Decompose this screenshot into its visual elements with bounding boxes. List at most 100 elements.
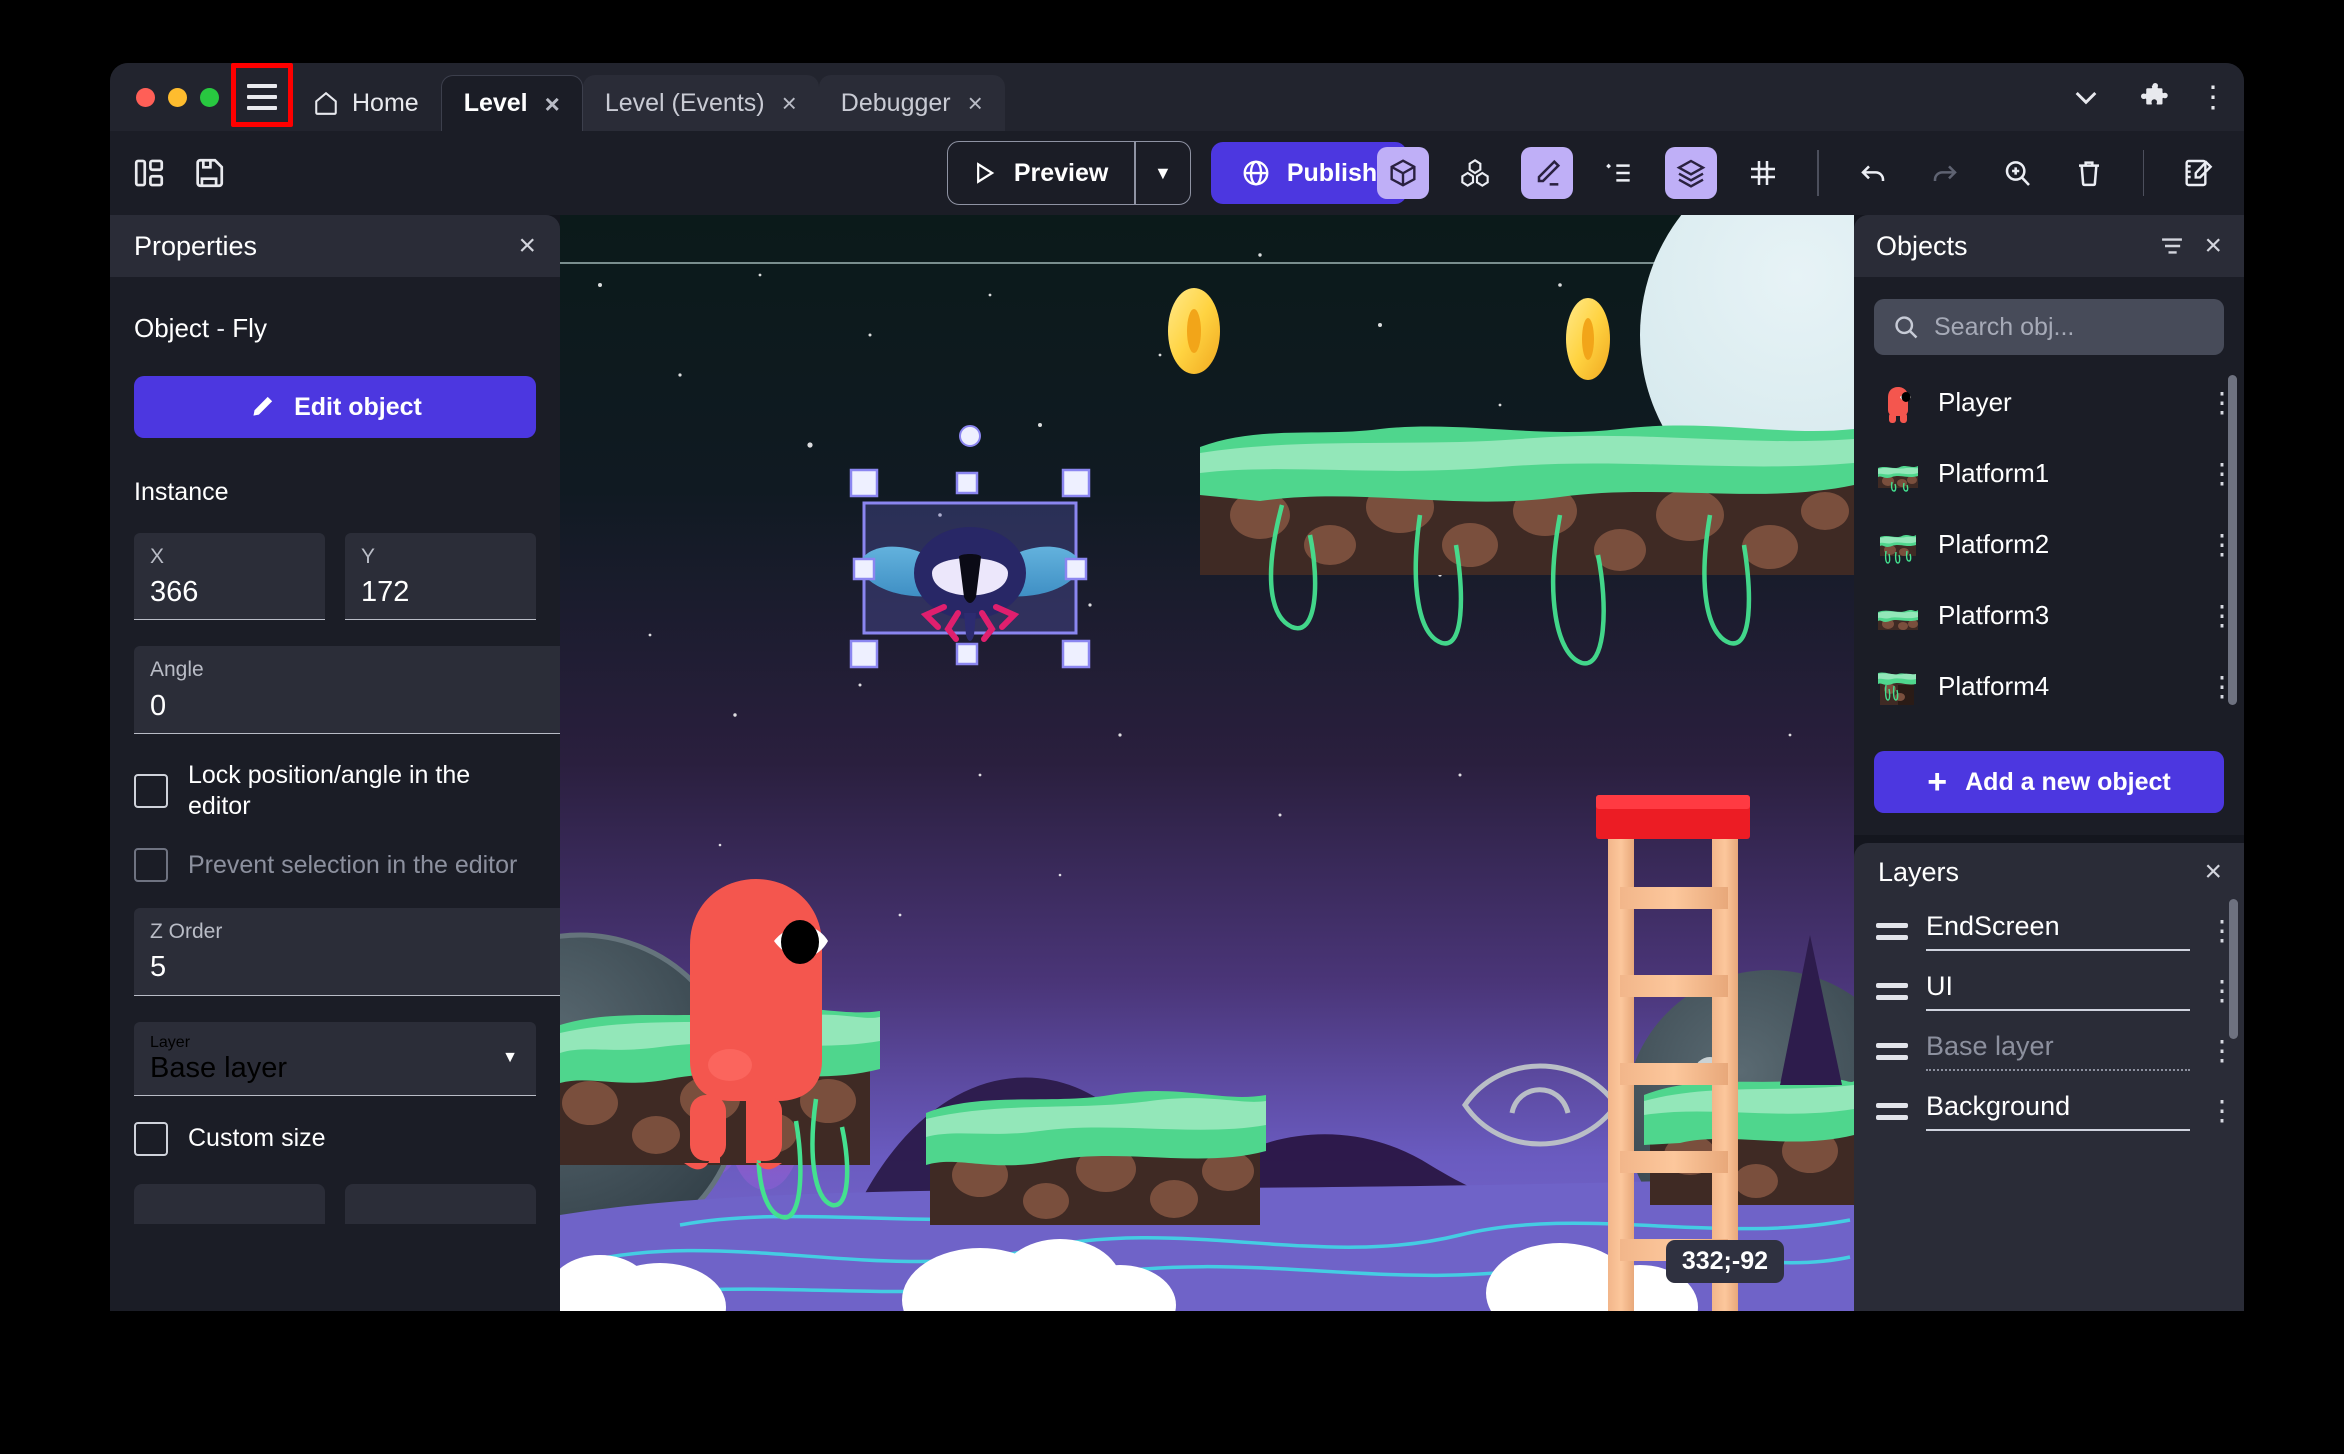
redo-icon[interactable]	[1919, 147, 1971, 199]
y-field[interactable]: Y 172	[345, 533, 536, 621]
objects-close-icon[interactable]: ×	[2204, 231, 2222, 261]
platform-thumb-icon	[1876, 452, 1920, 496]
close-window-button[interactable]	[136, 87, 155, 107]
hamburger-menu-icon[interactable]	[239, 74, 285, 120]
layout-panels-icon[interactable]	[132, 156, 166, 190]
layer-list-item[interactable]: UI ⋮	[1854, 961, 2244, 1021]
layers-icon[interactable]	[1665, 147, 1717, 199]
object-name: Player	[1938, 387, 2012, 417]
undo-icon[interactable]	[1847, 147, 1899, 199]
preview-dropdown-button[interactable]: ▼	[1136, 142, 1190, 204]
chevron-down-icon[interactable]: ▼	[502, 1049, 518, 1067]
kebab-menu-icon[interactable]: ⋮	[2198, 82, 2228, 112]
tab-debugger-label: Debugger	[840, 88, 951, 117]
z-order-field[interactable]: Z Order 5	[134, 908, 560, 996]
y-field-value: 172	[361, 576, 410, 609]
chevron-down-icon[interactable]	[2070, 81, 2102, 113]
tab-level-events-close-icon[interactable]: ×	[782, 90, 797, 116]
save-icon[interactable]	[192, 156, 226, 190]
custom-size-checkbox-row[interactable]: Custom size	[134, 1121, 536, 1156]
object-list-item[interactable]: Platform1 ⋮	[1854, 438, 2244, 509]
add-new-object-button[interactable]: + Add a new object	[1874, 751, 2224, 813]
object-kebab-menu[interactable]: ⋮	[2208, 459, 2236, 488]
preview-button[interactable]: Preview	[948, 142, 1135, 204]
objects-list[interactable]: Player ⋮ Platform1 ⋮ Platform2 ⋮ Platfor…	[1854, 361, 2244, 735]
lock-position-checkbox[interactable]	[134, 774, 168, 809]
layer-list-item[interactable]: Background ⋮	[1854, 1081, 2244, 1141]
angle-field[interactable]: Angle 0	[134, 646, 560, 734]
edit-object-button[interactable]: Edit object	[134, 376, 536, 438]
custom-size-checkbox[interactable]	[134, 1121, 168, 1156]
object-list-item[interactable]: Platform2 ⋮	[1854, 509, 2244, 580]
player-thumb-icon	[1876, 381, 1920, 425]
tab-home-label: Home	[352, 88, 419, 117]
layers-scrollbar[interactable]	[2229, 899, 2238, 1039]
publish-label: Publish	[1286, 158, 1378, 187]
tab-level[interactable]: Level ×	[440, 75, 583, 131]
drag-handle-icon[interactable]	[1876, 1102, 1908, 1120]
layer-name: EndScreen	[1926, 911, 2190, 951]
drag-handle-icon[interactable]	[1876, 1042, 1908, 1060]
layer-name: Base layer	[1926, 1031, 2190, 1071]
objects-scrollbar[interactable]	[2228, 375, 2237, 705]
layer-select-value: Base layer	[150, 1051, 288, 1084]
properties-close-icon[interactable]: ×	[518, 231, 536, 261]
toolbar-left-group	[110, 156, 226, 190]
grid-icon[interactable]	[1737, 147, 1789, 199]
trash-icon[interactable]	[2063, 147, 2115, 199]
add-new-object-label: Add a new object	[1965, 767, 2171, 796]
tab-level-label: Level	[463, 89, 528, 117]
prevent-selection-checkbox-row[interactable]: Prevent selection in the editor	[134, 848, 536, 883]
object-name: Platform4	[1938, 671, 2050, 701]
objects-stack-icon[interactable]	[1449, 147, 1501, 199]
layer-kebab-menu[interactable]: ⋮	[2208, 916, 2236, 945]
tab-level-close-icon[interactable]: ×	[545, 91, 560, 117]
maximize-window-button[interactable]	[200, 87, 219, 107]
layer-kebab-menu[interactable]: ⋮	[2208, 1036, 2236, 1065]
preview-group: Preview ▼	[946, 141, 1191, 205]
lock-position-checkbox-row[interactable]: Lock position/angle in the editor	[134, 760, 536, 823]
object-kebab-menu[interactable]: ⋮	[2208, 672, 2236, 701]
layer-list-item[interactable]: Base layer ⋮	[1854, 1021, 2244, 1081]
object-name: Fly	[232, 313, 267, 343]
x-field[interactable]: X 366	[134, 533, 325, 621]
layer-name: Background	[1926, 1091, 2190, 1131]
objects-panel-header: Objects ×	[1854, 215, 2244, 277]
layers-close-icon[interactable]: ×	[2204, 857, 2222, 887]
puzzle-extension-icon[interactable]	[2140, 82, 2170, 112]
tab-debugger[interactable]: Debugger ×	[818, 75, 1005, 131]
minimize-window-button[interactable]	[168, 87, 187, 107]
layer-kebab-menu[interactable]: ⋮	[2208, 976, 2236, 1005]
drag-handle-icon[interactable]	[1876, 922, 1908, 940]
open-editor-icon[interactable]	[2172, 147, 2224, 199]
edit-pencil-icon[interactable]	[1521, 147, 1573, 199]
tab-home[interactable]: Home	[291, 75, 441, 131]
tab-debugger-close-icon[interactable]: ×	[968, 90, 983, 116]
right-column: Objects × Search obj... Player ⋮ Platfor…	[1854, 215, 2244, 1311]
layer-kebab-menu[interactable]: ⋮	[2208, 1096, 2236, 1125]
search-objects-field[interactable]: Search obj...	[1874, 299, 2224, 355]
width-field-partial[interactable]	[134, 1183, 325, 1224]
zoom-in-icon[interactable]	[1991, 147, 2043, 199]
height-field-partial[interactable]	[345, 1183, 536, 1224]
layer-select[interactable]: Layer Base layer ▼	[134, 1021, 536, 1096]
object-list-item[interactable]: Platform3 ⋮	[1854, 580, 2244, 651]
object-kebab-menu[interactable]: ⋮	[2208, 388, 2236, 417]
objects-panel: Objects × Search obj... Player ⋮ Platfor…	[1854, 215, 2244, 835]
objects-title: Objects	[1876, 230, 1968, 261]
layer-list-item[interactable]: EndScreen ⋮	[1854, 901, 2244, 961]
instances-list-icon[interactable]	[1593, 147, 1645, 199]
prevent-selection-checkbox[interactable]	[134, 848, 168, 883]
tab-level-events[interactable]: Level (Events) ×	[582, 75, 819, 131]
x-field-label: X	[150, 545, 165, 568]
3d-cube-icon[interactable]	[1377, 147, 1429, 199]
scene-canvas[interactable]: 332;-92	[560, 215, 1854, 1311]
object-list-item[interactable]: Platform4 ⋮	[1854, 651, 2244, 722]
filter-icon[interactable]	[2158, 232, 2186, 260]
object-kebab-menu[interactable]: ⋮	[2208, 530, 2236, 559]
object-list-item[interactable]: Player ⋮	[1854, 367, 2244, 438]
object-kebab-menu[interactable]: ⋮	[2208, 601, 2236, 630]
drag-handle-icon[interactable]	[1876, 982, 1908, 1000]
object-list-item[interactable]: Portal ⋮	[1854, 722, 2244, 735]
properties-title: Properties	[134, 230, 258, 261]
